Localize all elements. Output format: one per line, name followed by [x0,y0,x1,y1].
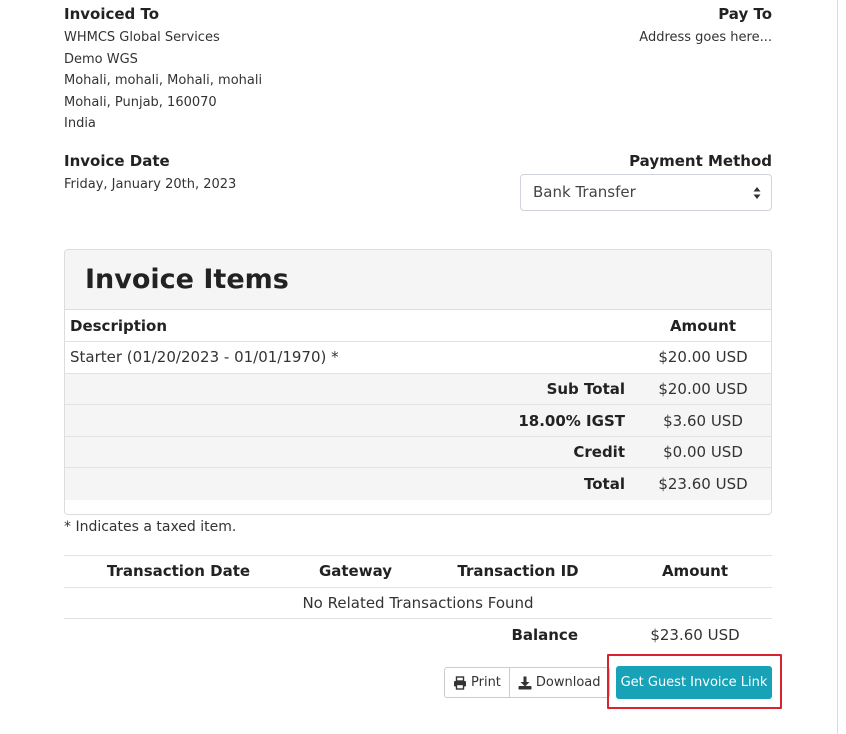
download-label: Download [535,675,601,690]
summary-row: 18.00% IGST $3.60 USD [65,404,771,437]
table-row: Starter (01/20/2023 - 01/01/1970) * $20.… [65,341,771,374]
column-header-amount: Amount [618,555,772,588]
invoice-date-block: Invoice Date Friday, January 20th, 2023 [64,152,364,196]
print-label: Print [471,675,501,690]
table-header-row: Transaction Date Gateway Transaction ID … [64,555,772,588]
summary-value: $3.60 USD [635,404,771,437]
payment-method-selected: Bank Transfer [533,183,636,201]
summary-row: Credit $0.00 USD [65,435,771,468]
print-button[interactable]: Print [444,667,510,698]
summary-label: Credit [65,435,635,468]
payment-method-title: Payment Method [629,152,772,170]
item-description: Starter (01/20/2023 - 01/01/1970) * [65,341,635,374]
balance-label: Balance [64,618,618,651]
table-row: No Related Transactions Found [64,586,772,619]
invoiced-to-line: Demo WGS [64,51,138,67]
summary-label: Sub Total [65,372,635,405]
sort-caret-icon [753,187,761,199]
print-icon [454,675,466,690]
summary-label: 18.00% IGST [65,404,635,437]
summary-row: Sub Total $20.00 USD [65,372,771,405]
column-header-transaction-date: Transaction Date [64,555,293,588]
transactions-table: Transaction Date Gateway Transaction ID … [64,555,772,651]
column-header-transaction-id: Transaction ID [418,555,618,588]
summary-value: $0.00 USD [635,435,771,468]
summary-value: $23.60 USD [635,467,771,500]
invoice-actions-group: Print Download [444,667,610,698]
balance-value: $23.60 USD [618,618,772,651]
get-guest-invoice-link-button[interactable]: Get Guest Invoice Link [616,666,772,699]
invoice-items-panel: Invoice Items Description Amount Starter… [64,249,772,515]
column-header-description: Description [70,316,168,335]
balance-row: Balance $23.60 USD [64,618,772,651]
item-amount: $20.00 USD [635,341,771,374]
invoiced-to-line: Mohali, Punjab, 160070 [64,94,217,110]
table-header-row: Description Amount [65,310,771,342]
column-header-gateway: Gateway [293,555,418,588]
payment-method-select[interactable]: Bank Transfer [520,174,772,211]
taxed-item-note: * Indicates a taxed item. [64,519,237,535]
invoiced-to-line: India [64,116,96,131]
column-header-amount: Amount [669,316,737,335]
pay-to-block: Pay To Address goes here... [472,5,772,49]
pay-to-address: Address goes here... [639,30,772,45]
invoice-date-title: Invoice Date [64,152,170,170]
pay-to-title: Pay To [718,5,772,23]
download-button[interactable]: Download [509,667,610,698]
summary-row: Total $23.60 USD [65,467,771,500]
invoiced-to-title: Invoiced To [64,5,160,23]
no-transactions-message: No Related Transactions Found [64,586,772,619]
summary-value: $20.00 USD [635,372,771,405]
invoice-date-value: Friday, January 20th, 2023 [64,177,237,192]
invoiced-to-block: Invoiced To WHMCS Global Services Demo W… [64,5,424,135]
invoice-items-table: Description Amount Starter (01/20/2023 -… [65,310,771,500]
summary-label: Total [65,467,635,500]
invoiced-to-line: WHMCS Global Services [64,30,220,45]
payment-method-block: Payment Method [472,152,772,171]
invoiced-to-line: Mohali, mohali, Mohali, mohali [64,73,263,88]
download-icon [518,676,532,689]
invoice-items-heading: Invoice Items [65,250,771,310]
page-right-border [837,0,838,734]
